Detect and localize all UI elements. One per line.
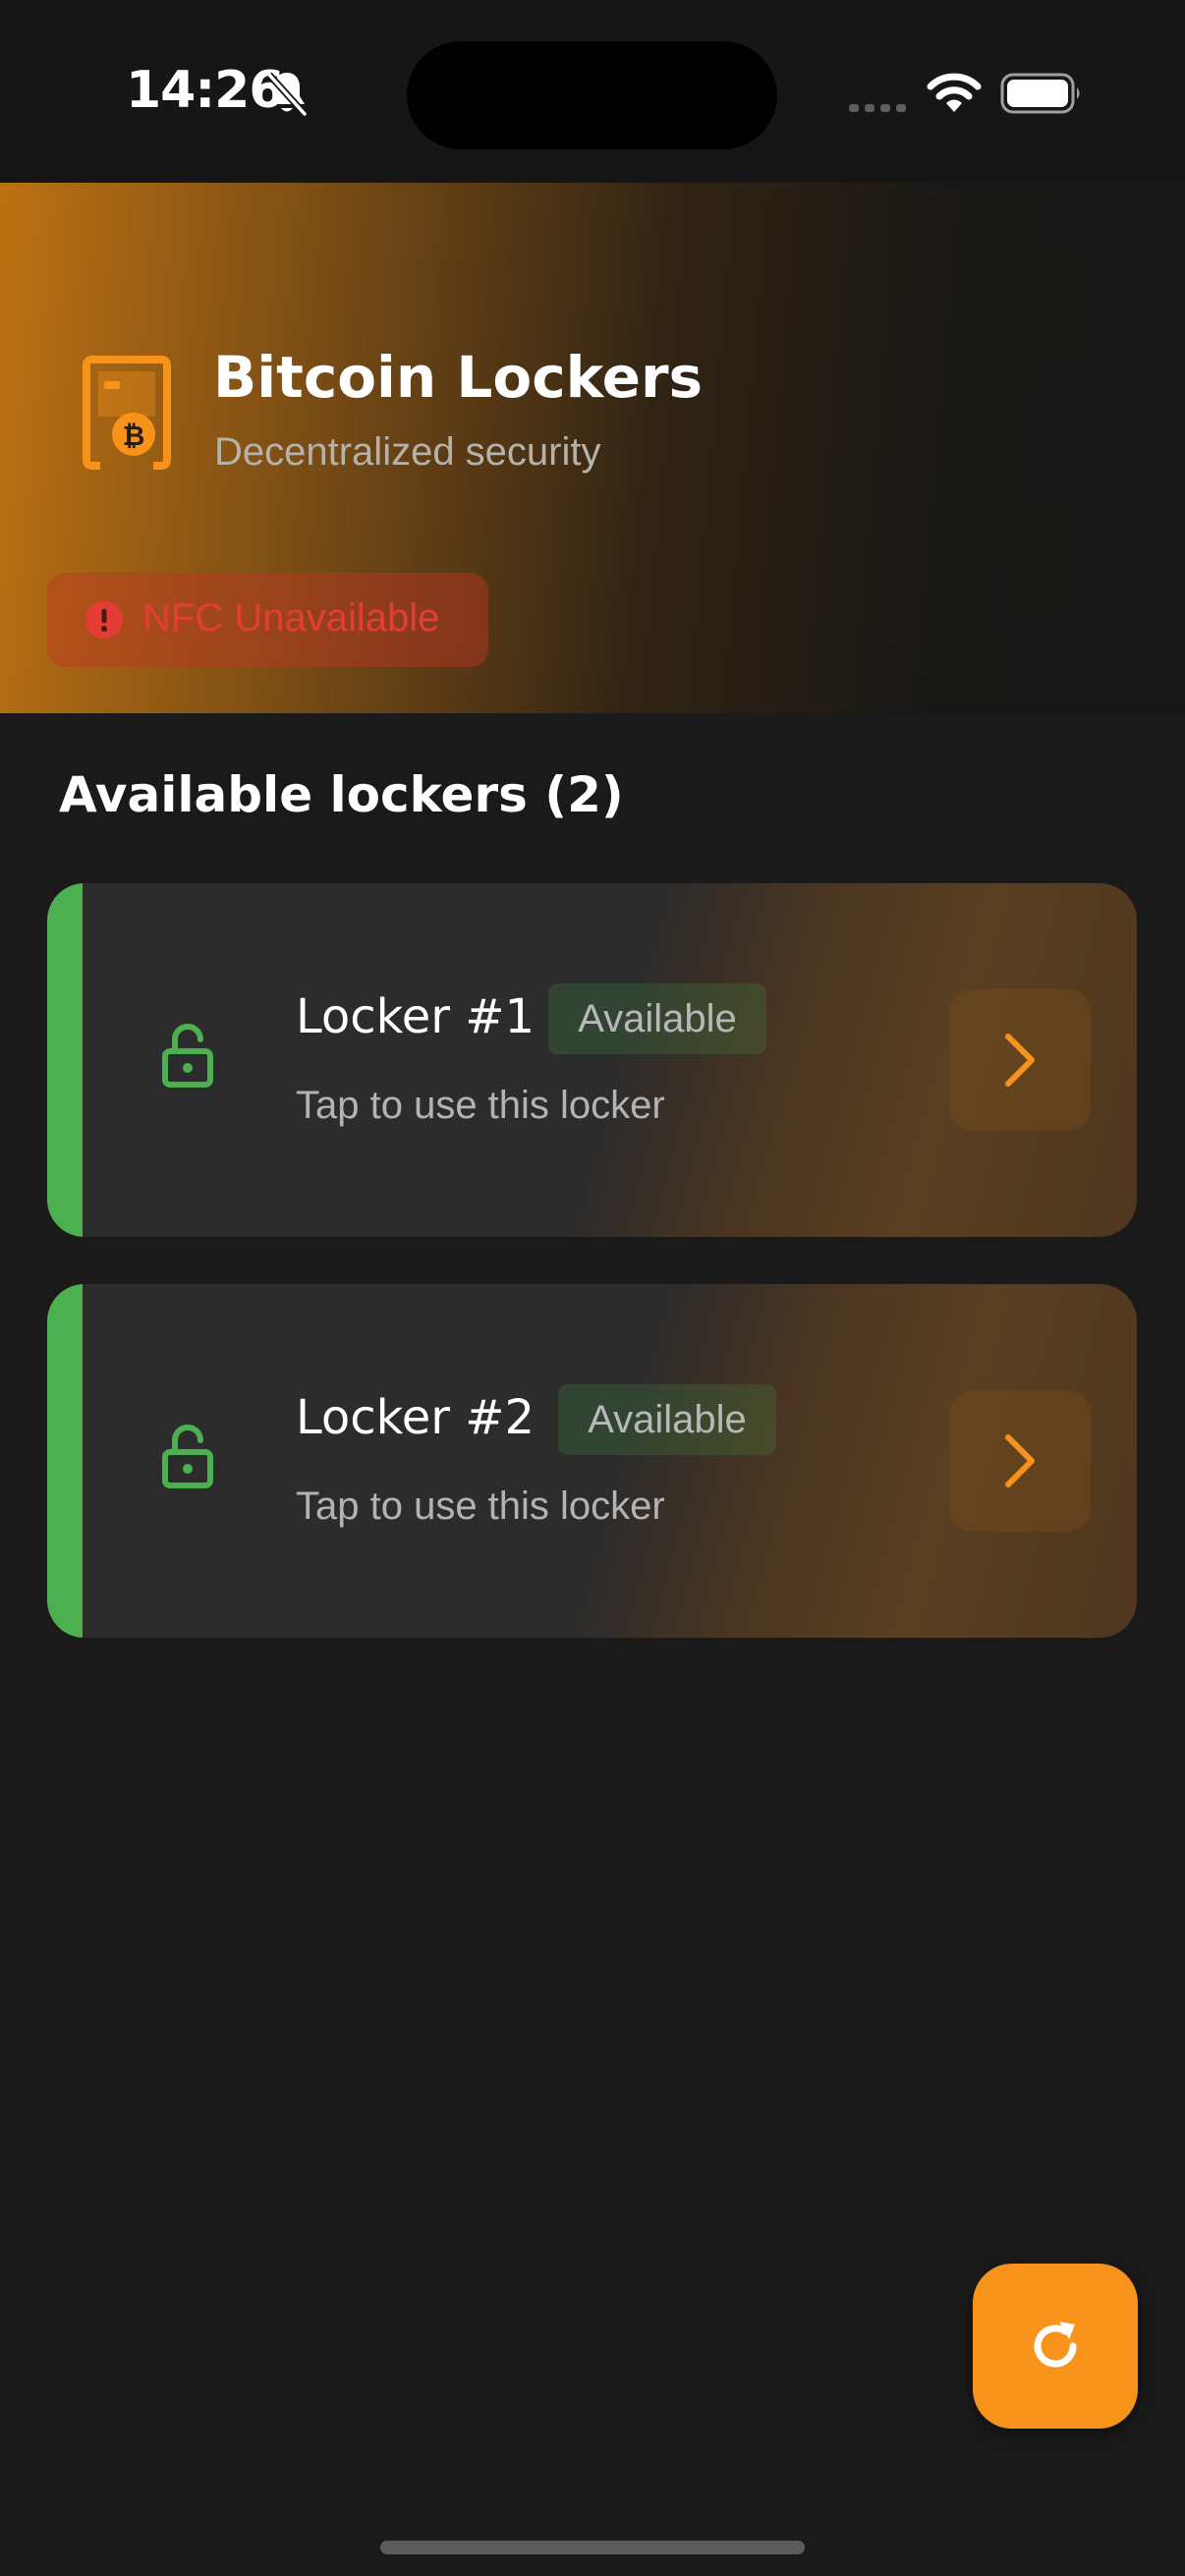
open-locker-button[interactable] <box>949 1390 1091 1532</box>
unlocked-padlock-icon <box>162 1024 213 1088</box>
locker-card[interactable]: Locker #1 Available Tap to use this lock… <box>47 883 1137 1237</box>
refresh-icon <box>1034 2322 1077 2368</box>
locker-card[interactable]: Locker #2 Available Tap to use this lock… <box>47 1284 1137 1638</box>
app-subtitle: Decentralized security <box>214 430 601 474</box>
chevron-right-icon <box>1005 1034 1035 1087</box>
app-title: Bitcoin Lockers <box>213 344 704 411</box>
svg-text:₿: ₿ <box>123 420 145 452</box>
battery-icon <box>1000 73 1080 114</box>
locker-name: Locker #2 <box>296 1390 536 1445</box>
status-stripe <box>47 883 83 1237</box>
home-indicator[interactable] <box>380 2541 805 2554</box>
cellular-signal-icon <box>849 104 906 112</box>
nfc-status-label: NFC Unavailable <box>142 596 440 640</box>
status-badge: Available <box>548 983 766 1054</box>
wifi-icon <box>927 73 982 112</box>
locker-bitcoin-icon: ₿ <box>83 356 171 470</box>
alert-circle-icon <box>85 601 123 639</box>
locker-hint: Tap to use this locker <box>296 1484 665 1528</box>
dynamic-island <box>407 41 777 149</box>
app-header: ₿ Bitcoin Lockers Decentralized security… <box>0 183 1185 713</box>
unlocked-padlock-icon <box>162 1425 213 1488</box>
bell-slash-icon <box>266 72 308 117</box>
chevron-right-icon <box>1005 1434 1035 1487</box>
locker-hint: Tap to use this locker <box>296 1084 665 1127</box>
status-stripe <box>47 1284 83 1638</box>
status-time: 14:26 <box>126 61 285 120</box>
app-screen: 14:26 ₿ Bitcoin Lockers Decentralized se… <box>0 0 1185 2576</box>
status-bar: 14:26 <box>0 0 1185 183</box>
refresh-button[interactable] <box>973 2264 1138 2429</box>
open-locker-button[interactable] <box>949 989 1091 1131</box>
status-badge: Available <box>558 1384 776 1455</box>
section-title: Available lockers (2) <box>59 766 624 823</box>
locker-name: Locker #1 <box>296 989 536 1044</box>
nfc-status-badge: NFC Unavailable <box>47 573 488 667</box>
